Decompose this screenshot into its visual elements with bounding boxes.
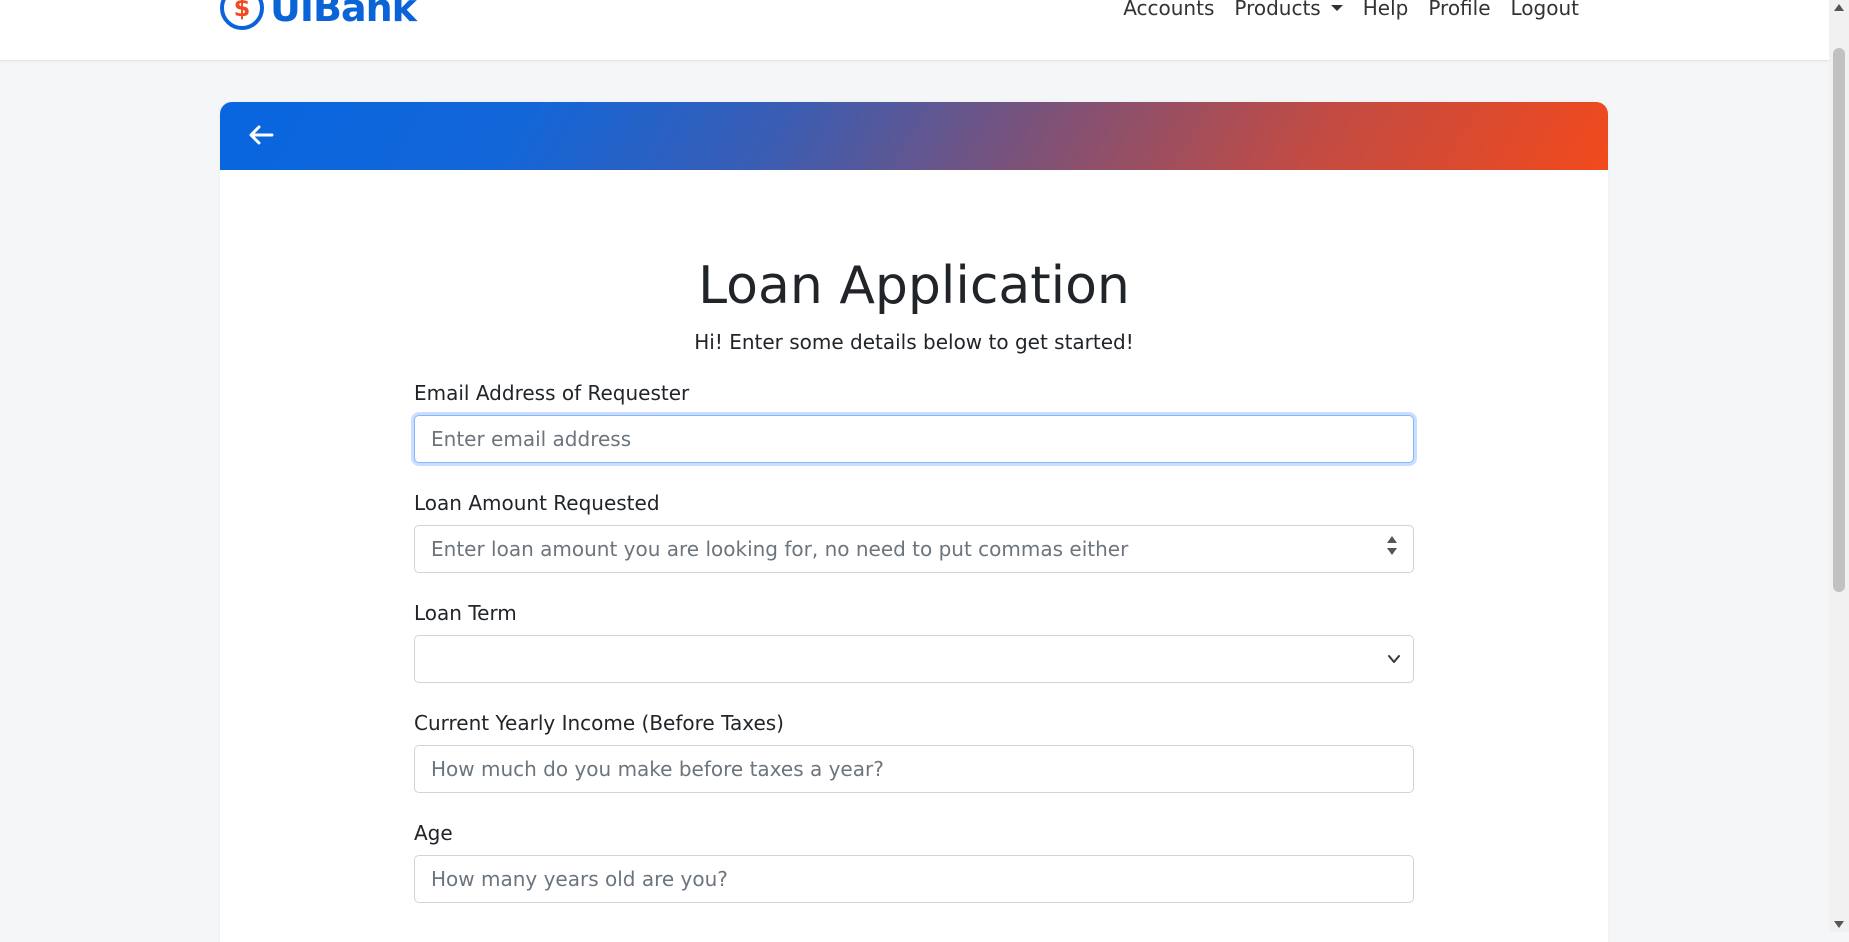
nav-link-products-label: Products: [1234, 0, 1321, 20]
loan-application-card: Loan Application Hi! Enter some details …: [220, 102, 1608, 942]
email-placeholder: Enter email address: [431, 427, 632, 451]
number-spinner[interactable]: [1387, 536, 1397, 555]
age-input[interactable]: How many years old are you?: [414, 855, 1414, 903]
income-placeholder: How much do you make before taxes a year…: [431, 757, 884, 781]
nav-link-logout[interactable]: Logout: [1511, 0, 1579, 20]
brand-name: UIBank: [270, 0, 417, 30]
loan-term-select[interactable]: [414, 635, 1414, 683]
loan-term-label: Loan Term: [414, 601, 517, 625]
loan-amount-placeholder: Enter loan amount you are looking for, n…: [431, 537, 1129, 561]
back-button[interactable]: [246, 120, 276, 150]
age-label: Age: [414, 821, 453, 845]
page-title: Loan Application: [698, 256, 1130, 316]
brand-logo-link[interactable]: $ UIBank: [220, 0, 417, 30]
scroll-down-arrow-icon[interactable]: [1834, 921, 1844, 928]
email-input[interactable]: Enter email address: [414, 415, 1414, 463]
nav-link-profile[interactable]: Profile: [1428, 0, 1490, 20]
nav-link-accounts[interactable]: Accounts: [1123, 0, 1214, 20]
brand-icon-glyph: $: [233, 0, 251, 22]
arrow-left-icon: [249, 125, 274, 145]
nav-link-help[interactable]: Help: [1363, 0, 1409, 20]
nav-link-products[interactable]: Products: [1234, 0, 1343, 20]
loan-amount-label: Loan Amount Requested: [414, 491, 660, 515]
top-navbar: $ UIBank Accounts Products Help Profile …: [0, 0, 1829, 61]
scrollbar-thumb[interactable]: [1833, 48, 1845, 592]
dollar-badge-icon: $: [220, 0, 264, 30]
income-label: Current Yearly Income (Before Taxes): [414, 711, 784, 735]
loan-application-form: Email Address of Requester Enter email a…: [414, 377, 1414, 927]
vertical-scrollbar[interactable]: [1829, 0, 1849, 932]
income-input[interactable]: How much do you make before taxes a year…: [414, 745, 1414, 793]
age-placeholder: How many years old are you?: [431, 867, 728, 891]
spinner-down-icon[interactable]: [1387, 548, 1397, 555]
card-header-gradient: [220, 102, 1608, 170]
loan-amount-input[interactable]: Enter loan amount you are looking for, n…: [414, 525, 1414, 573]
caret-down-icon: [1330, 5, 1343, 11]
scroll-up-arrow-icon[interactable]: [1834, 4, 1844, 11]
email-label: Email Address of Requester: [414, 381, 690, 405]
chevron-down-icon: [1388, 655, 1400, 663]
page-subtitle: Hi! Enter some details below to get star…: [694, 330, 1134, 354]
nav-links: Accounts Products Help Profile Logout: [1123, 0, 1579, 20]
spinner-up-icon[interactable]: [1387, 536, 1397, 543]
